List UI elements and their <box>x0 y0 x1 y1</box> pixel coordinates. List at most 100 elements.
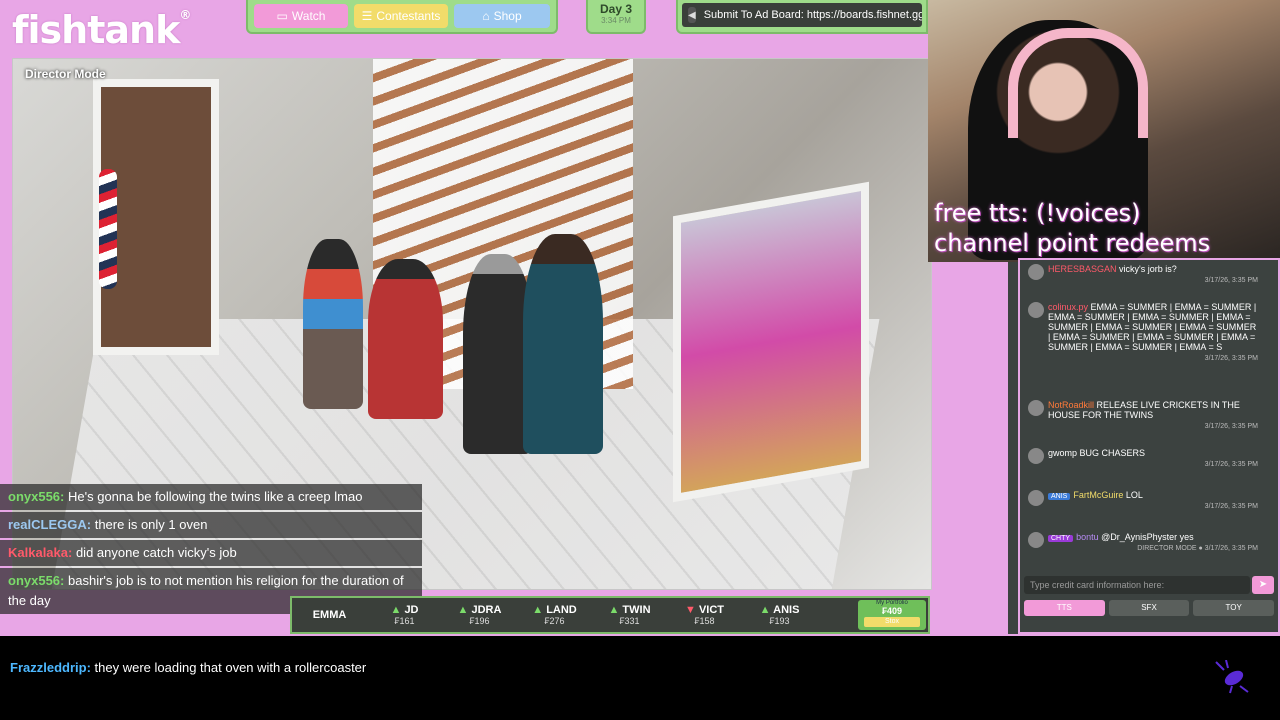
ticker-item[interactable]: ▼ VICT ₣158 <box>667 604 742 626</box>
chat-username[interactable]: onyx556: <box>8 573 64 588</box>
ticker-price: ₣196 <box>469 616 490 626</box>
chat-username[interactable]: onyx556: <box>8 489 64 504</box>
send-button[interactable]: ➤ <box>1252 576 1274 594</box>
send-icon: ➤ <box>1258 579 1268 590</box>
shop-button[interactable]: ⌂ Shop <box>454 4 550 28</box>
fishtank-logo[interactable]: fishtank® <box>12 8 191 52</box>
side-chat-time: 3/17/26, 3:35 PM <box>1204 503 1258 510</box>
ad-board-bar: ◀ Submit To Ad Board: https://boards.fis… <box>676 0 928 34</box>
side-chat-username[interactable]: gwomp <box>1048 448 1077 458</box>
side-chat-text: BUG CHASERS <box>1079 448 1146 458</box>
ticker-item[interactable]: EMMA <box>292 609 367 621</box>
side-chat-username[interactable]: NotRoadkill <box>1048 400 1094 410</box>
ticker-name: TWIN <box>622 604 651 616</box>
chat-username[interactable]: realCLEGGA: <box>8 517 91 532</box>
overlay-line-1: free tts: (!voices) <box>934 199 1141 227</box>
registered-mark: ® <box>179 8 191 22</box>
ticker-symbol: EMMA <box>292 609 367 621</box>
person-2 <box>368 259 443 419</box>
side-chat-username[interactable]: FartMcGuire <box>1073 490 1123 500</box>
side-chat-message: NotRoadkill RELEASE LIVE CRICKETS IN THE… <box>1028 400 1264 430</box>
watch-button[interactable]: ▭ Watch <box>254 4 348 28</box>
ticker-symbol: ▲ LAND <box>517 604 592 616</box>
overlay-chat-line: realCLEGGA: there is only 1 oven <box>0 512 422 538</box>
ticker-item[interactable]: ▲ JD ₣161 <box>367 604 442 626</box>
ticker-symbol: ▲ TWIN <box>592 604 667 616</box>
bottom-bar: Frazzleddrip: they were loading that ove… <box>0 636 1280 720</box>
stock-ticker: EMMA ▲ JD ₣161 ▲ JDRA ₣196 ▲ LAND ₣276 ▲ TWIN ₣3… <box>290 596 930 634</box>
ticker-name: EMMA <box>312 609 347 621</box>
chat-username[interactable]: Frazzleddrip: <box>10 660 91 675</box>
side-chat-time: 3/17/26, 3:35 PM <box>1204 355 1258 362</box>
contestants-label: Contestants <box>376 9 441 23</box>
avatar <box>1028 448 1044 464</box>
ticker-symbol: ▲ JD <box>367 604 442 616</box>
ticker-symbol: ▲ JDRA <box>442 604 517 616</box>
ticker-item[interactable]: ▲ ANIS ₣193 <box>742 604 817 626</box>
tab-tts[interactable]: TTS <box>1024 600 1105 616</box>
ticker-symbol: ▼ VICT <box>667 604 742 616</box>
up-arrow-icon: ▲ <box>759 604 774 616</box>
ticker-name: VICT <box>698 604 724 616</box>
chat-username[interactable]: Kalkalaka: <box>8 545 72 560</box>
bottom-chat-line: Frazzleddrip: they were loading that ove… <box>10 658 366 678</box>
up-arrow-icon: ▲ <box>457 604 472 616</box>
ticker-item[interactable]: ▲ LAND ₣276 <box>517 604 592 626</box>
ticker-price: ₣331 <box>619 616 640 626</box>
ticker-name: JDRA <box>471 604 502 616</box>
ticker-price: ₣193 <box>769 616 790 626</box>
up-arrow-icon: ▲ <box>390 604 405 616</box>
headset <box>1008 28 1148 138</box>
side-chat-message: colinux.py EMMA = SUMMER | EMMA = SUMMER… <box>1028 302 1264 362</box>
overlay-chat-line: onyx556: He's gonna be following the twi… <box>0 484 422 510</box>
chat-text: there is only 1 oven <box>94 517 208 532</box>
divider <box>1008 262 1018 634</box>
chat-text: did anyone catch vicky's job <box>75 545 237 560</box>
tab-sfx[interactable]: SFX <box>1108 600 1190 616</box>
person-4 <box>523 234 603 454</box>
day-time: 3:34 PM <box>601 16 631 25</box>
portfolio-widget[interactable]: My Portfolio ₣409 Stox <box>858 600 926 630</box>
side-chat-message: ANIS FartMcGuire LOL 3/17/26, 3:35 PM <box>1028 490 1264 510</box>
up-arrow-icon: ▲ <box>532 604 547 616</box>
contestant-badge: CHTY <box>1048 535 1074 542</box>
stox-button[interactable]: Stox <box>864 617 920 627</box>
logo-text: fishtank <box>12 8 180 52</box>
side-chat-username[interactable]: colinux.py <box>1048 302 1088 312</box>
ticker-name: JD <box>404 604 419 616</box>
side-chat-message: CHTY bontu @Dr_AynisPhyster yes DIRECTOR M… <box>1028 532 1264 552</box>
side-chat-time: 3/17/26, 3:35 PM <box>1204 277 1258 284</box>
side-chat-text: @Dr_AynisPhyster yes <box>1101 532 1194 542</box>
director-mode-label: Director Mode <box>25 67 106 81</box>
side-chat-message: HERESBASGAN vicky's jorb is? 3/17/26, 3:3… <box>1028 264 1264 284</box>
ticker-price: ₣158 <box>694 616 715 626</box>
side-chat-panel: HERESBASGAN vicky's jorb is? 3/17/26, 3:3… <box>1018 258 1280 634</box>
day-label: Day 3 <box>599 2 633 16</box>
side-chat-message: gwomp BUG CHASERS 3/17/26, 3:35 PM <box>1028 448 1264 468</box>
webcam-overlay-text: free tts: (!voices) channel point redeem… <box>934 198 1210 258</box>
ticker-symbol: ▲ ANIS <box>742 604 817 616</box>
ticker-item[interactable]: ▲ TWIN ₣331 <box>592 604 667 626</box>
up-arrow-icon: ▲ <box>608 604 623 616</box>
overlay-line-2: channel point redeems <box>934 229 1211 257</box>
side-chat-username[interactable]: bontu <box>1076 532 1099 542</box>
avatar <box>1028 400 1044 416</box>
tv-icon: ▭ <box>276 9 288 23</box>
side-chat-username[interactable]: HERESBASGAN <box>1048 264 1117 274</box>
shop-label: Shop <box>493 9 522 23</box>
contestant-badge: ANIS <box>1048 493 1071 500</box>
ticker-price: ₣161 <box>394 616 415 626</box>
shop-icon: ⌂ <box>482 9 490 23</box>
side-chat-time: DIRECTOR MODE ● 3/17/26, 3:35 PM <box>1137 545 1258 552</box>
tab-toy[interactable]: TOY <box>1193 600 1275 616</box>
ad-board-text[interactable]: Submit To Ad Board: https://boards.fishn… <box>704 9 922 21</box>
redeem-tabs: TTS SFX TOY <box>1024 600 1275 618</box>
people-icon: ☰ <box>361 9 373 23</box>
ticker-item[interactable]: ▲ JDRA ₣196 <box>442 604 517 626</box>
down-arrow-icon: ▼ <box>684 604 699 616</box>
contestants-button[interactable]: ☰ Contestants <box>354 4 448 28</box>
back-arrow-icon[interactable]: ◀ <box>688 7 696 23</box>
chat-input[interactable]: Type credit card information here: <box>1024 576 1250 594</box>
watch-label: Watch <box>291 9 326 23</box>
avatar <box>1028 302 1044 318</box>
